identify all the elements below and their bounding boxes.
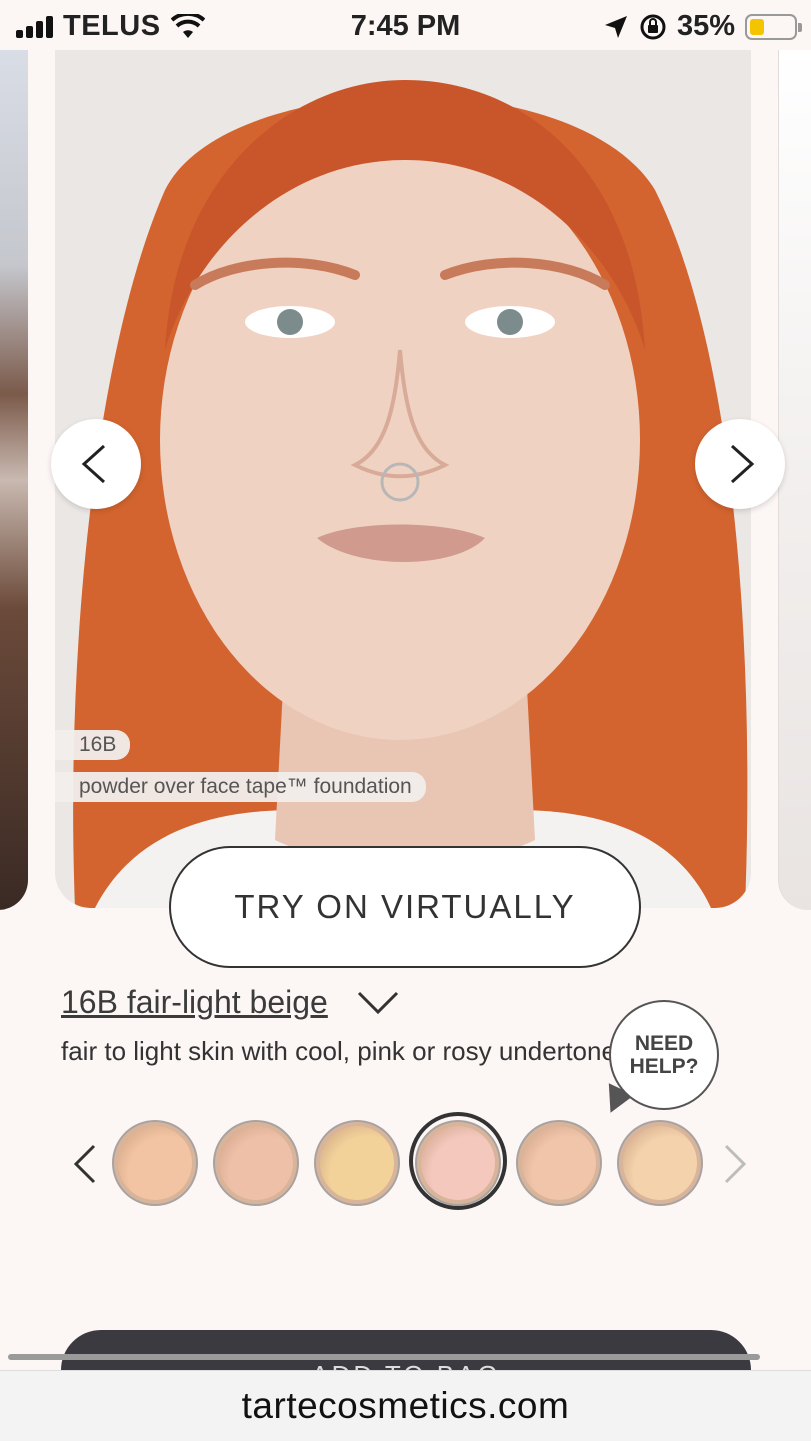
carousel-next-button[interactable]	[695, 419, 785, 509]
shade-swatch[interactable]	[516, 1120, 602, 1206]
next-product-image[interactable]	[778, 50, 811, 910]
shade-swatch[interactable]	[314, 1120, 400, 1206]
chevron-right-icon	[730, 444, 755, 484]
status-bar: TELUS 7:45 PM 35%	[0, 0, 811, 52]
swatch-next-icon[interactable]	[714, 1142, 754, 1186]
battery-percent: 35%	[676, 10, 735, 42]
location-icon	[604, 15, 627, 38]
swatch-prev-icon[interactable]	[66, 1142, 106, 1186]
swatch-powder	[219, 1126, 293, 1200]
help-label-line2: HELP?	[629, 1055, 699, 1078]
horizontal-scrollbar[interactable]	[8, 1354, 760, 1360]
chevron-down-icon[interactable]	[356, 990, 400, 1016]
shade-name[interactable]: 16B fair-light beige	[61, 984, 328, 1021]
selected-swatch-ring	[409, 1112, 507, 1210]
chevron-left-icon	[81, 444, 106, 484]
battery-icon	[745, 13, 802, 40]
shade-chip: 16B	[55, 730, 131, 760]
browser-url-bar[interactable]: tartecosmetics.com	[0, 1370, 811, 1441]
swatch-powder	[320, 1126, 394, 1200]
shade-swatch[interactable]	[213, 1120, 299, 1206]
shade-swatches	[62, 1110, 762, 1220]
url-text: tartecosmetics.com	[241, 1385, 570, 1426]
battery-level	[750, 18, 764, 35]
shade-swatch[interactable]	[617, 1120, 703, 1206]
try-on-label: TRY ON VIRTUALLY	[234, 888, 576, 925]
shade-selector[interactable]: 16B fair-light beige	[61, 984, 400, 1021]
swatch-powder	[118, 1126, 192, 1200]
orientation-lock-icon	[640, 14, 666, 39]
swatch-powder	[623, 1126, 697, 1200]
shade-description: fair to light skin with cool, pink or ro…	[61, 1036, 629, 1066]
product-chip: powder over face tape™ foundation	[55, 772, 426, 802]
carousel-prev-button[interactable]	[51, 419, 141, 509]
previous-product-image[interactable]	[0, 50, 28, 910]
model-image: 16B powder over face tape™ foundation	[55, 50, 751, 908]
help-label-line1: NEED	[634, 1031, 694, 1055]
swatch-powder	[522, 1126, 596, 1200]
shade-swatch[interactable]	[112, 1120, 198, 1206]
need-help-button[interactable]: NEED HELP?	[609, 1000, 719, 1110]
try-on-virtually-button[interactable]: TRY ON VIRTUALLY	[169, 846, 641, 968]
